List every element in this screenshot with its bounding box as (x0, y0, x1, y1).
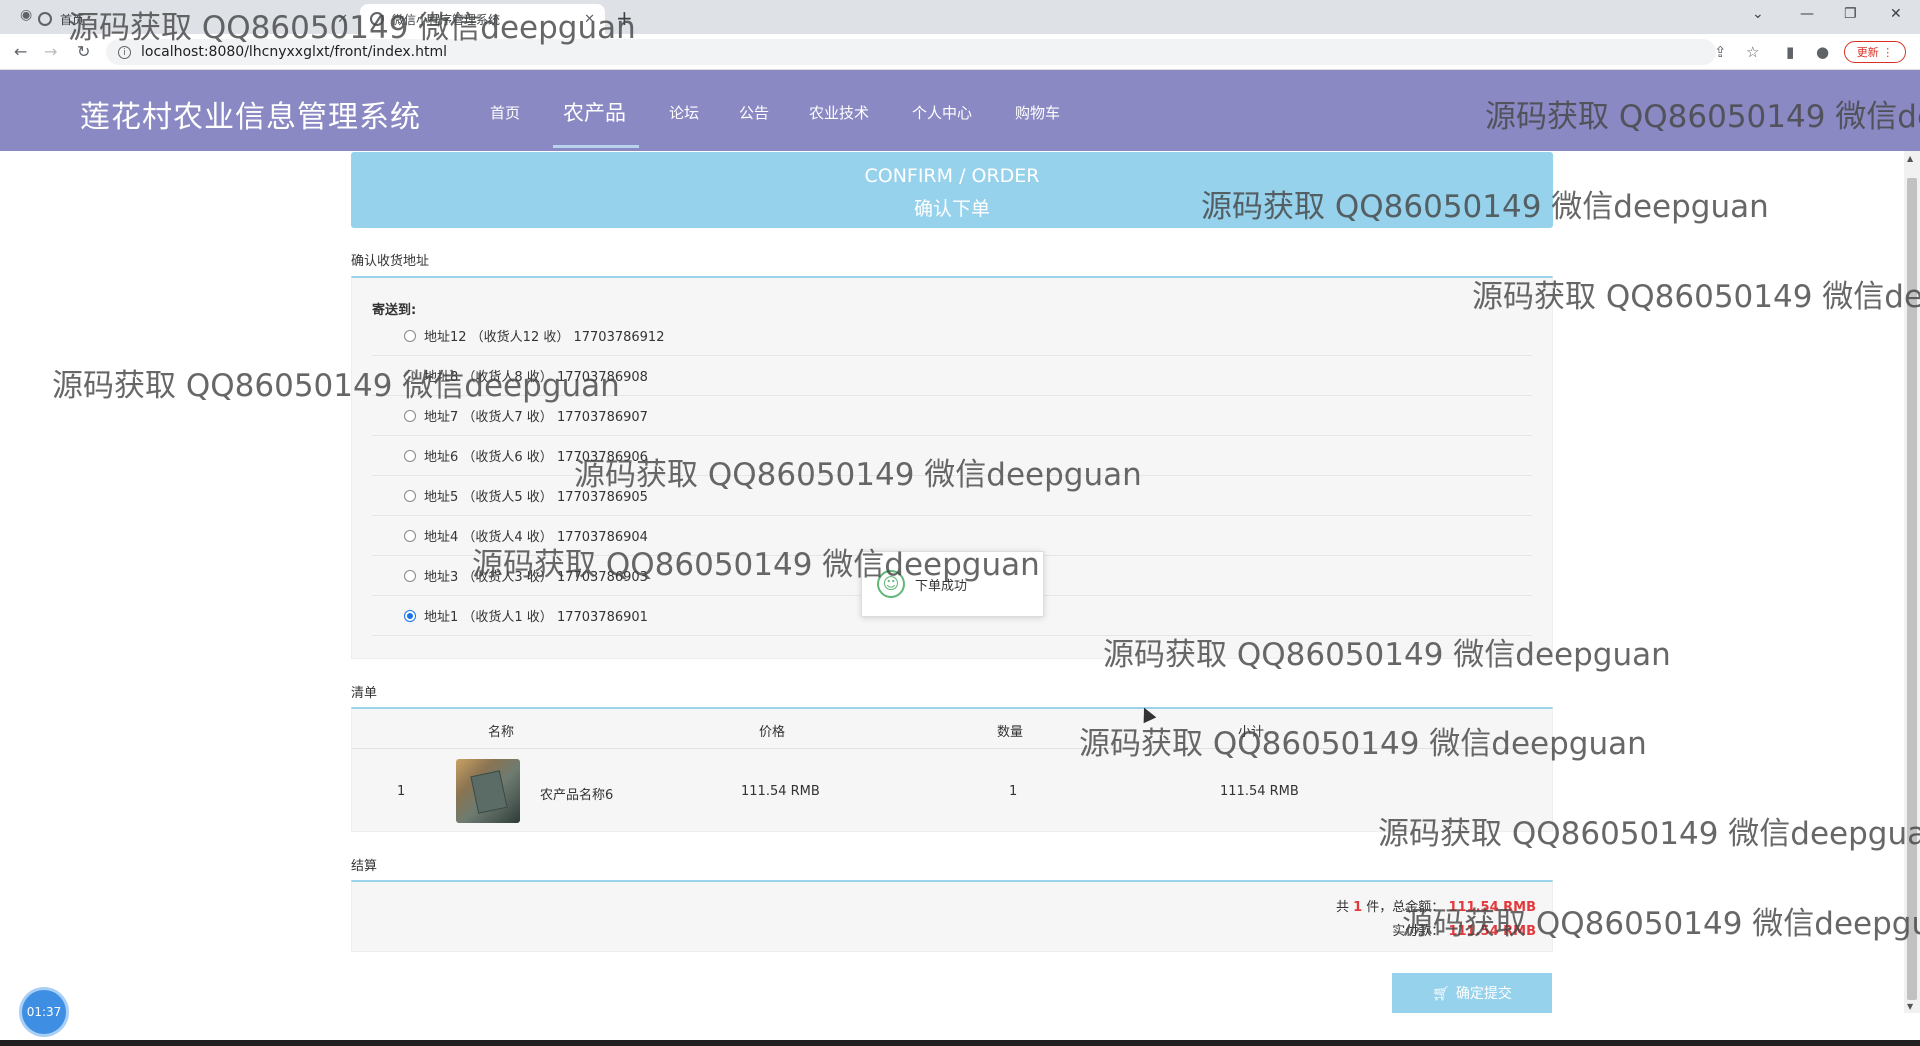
watermark: 源码获取 QQ86050149 微信deepguan (1485, 99, 1920, 135)
watermark: 源码获取 QQ86050149 微信deepguan (1103, 637, 1671, 673)
taskbar (0, 1040, 1920, 1046)
product-quantity: 1 (1009, 784, 1018, 799)
address-text: 地址7 （收货人7 收） 17703786907 (424, 410, 648, 425)
clock-badge[interactable]: 01:37 (22, 990, 66, 1034)
count-prefix: 共 (1335, 900, 1349, 915)
update-label: 更新 (1856, 46, 1879, 59)
watermark: 源码获取 QQ86050149 微信deepguan (1378, 816, 1920, 852)
forward-icon[interactable]: → (44, 42, 57, 61)
nav-forum[interactable]: 论坛 (669, 102, 699, 123)
product-subtotal: 111.54 RMB (1220, 784, 1299, 799)
address-text: 地址12 （收货人12 收） 17703786912 (424, 330, 665, 345)
watermark: 源码获取 QQ86050149 微信deepguan (52, 368, 620, 404)
column-header-price: 价格 (759, 725, 786, 740)
address-text: 地址1 （收货人1 收） 17703786901 (424, 610, 648, 625)
product-thumbnail[interactable] (456, 759, 520, 823)
watermark: 源码获取 QQ86050149 微信deepguan (472, 547, 1040, 583)
minimize-icon[interactable]: — (1800, 6, 1814, 22)
nav-personal-center[interactable]: 个人中心 (912, 102, 972, 123)
watermark: 源码获取 QQ86050149 微信deepguan (1402, 906, 1920, 942)
watermark: 源码获取 QQ86050149 微信deepguan (1472, 279, 1920, 315)
address-radio[interactable] (404, 329, 416, 342)
row-index: 1 (397, 784, 406, 799)
scroll-down-icon[interactable]: ▼ (1907, 1002, 1913, 1011)
nav-notice[interactable]: 公告 (739, 102, 769, 123)
watermark: 源码获取 QQ86050149 微信deepguan (574, 457, 1142, 493)
info-icon[interactable]: i (118, 45, 131, 59)
address-radio[interactable] (404, 489, 416, 502)
submit-label: 确定提交 (1455, 985, 1512, 1001)
back-icon[interactable]: ← (14, 42, 27, 61)
account-icon[interactable]: ● (1816, 43, 1829, 61)
column-header-quantity: 数量 (997, 725, 1024, 740)
update-button[interactable]: 更新 ⋮ (1844, 41, 1906, 63)
watermark: 源码获取 QQ86050149 微信deepguan (1079, 726, 1647, 762)
tab-favicon-icon (38, 12, 52, 26)
cart-icon: 🛒︎ (1432, 984, 1450, 1001)
scroll-up-icon[interactable]: ▲ (1907, 154, 1913, 163)
restore-icon[interactable]: ❐ (1844, 6, 1857, 22)
column-header-name: 名称 (488, 725, 515, 740)
sidebar-icon[interactable]: ▮ (1786, 43, 1794, 61)
list-section-label: 清单 (351, 686, 378, 701)
address-radio[interactable] (404, 569, 416, 582)
window-close-icon[interactable]: ✕ (1890, 6, 1902, 22)
address-option[interactable]: 地址12 （收货人12 收） 17703786912 (372, 316, 1532, 356)
chevron-down-icon[interactable]: ⌄ (1752, 6, 1764, 22)
address-radio[interactable] (404, 529, 416, 542)
address-radio[interactable] (404, 449, 416, 462)
nav-home[interactable]: 首页 (490, 102, 520, 123)
submit-order-button[interactable]: 🛒︎ 确定提交 (1392, 973, 1552, 1013)
product-price: 111.54 RMB (741, 784, 820, 799)
address-section-label: 确认收货地址 (351, 254, 430, 269)
nav-products[interactable]: 农产品 (563, 97, 626, 127)
watermark: 源码获取 QQ86050149 微信deepguan (68, 10, 636, 46)
checkout-panel: 共 1 件，总金额： 111.54 RMB 实付款： 111.54 RMB (351, 880, 1553, 952)
product-name[interactable]: 农产品名称6 (540, 784, 613, 803)
watermark: 源码获取 QQ86050149 微信deepguan (1201, 189, 1769, 225)
nav-cart[interactable]: 购物车 (1015, 102, 1060, 123)
active-nav-indicator (553, 145, 639, 148)
item-count: 1 (1353, 900, 1363, 915)
share-icon[interactable]: ⇪ (1714, 43, 1727, 61)
address-radio[interactable] (404, 409, 416, 422)
star-icon[interactable]: ☆ (1746, 43, 1759, 61)
nav-agri-tech[interactable]: 农业技术 (809, 102, 869, 123)
site-title: 莲花村农业信息管理系统 (80, 100, 421, 135)
address-radio[interactable] (404, 609, 416, 622)
checkout-section-label: 结算 (351, 859, 378, 874)
